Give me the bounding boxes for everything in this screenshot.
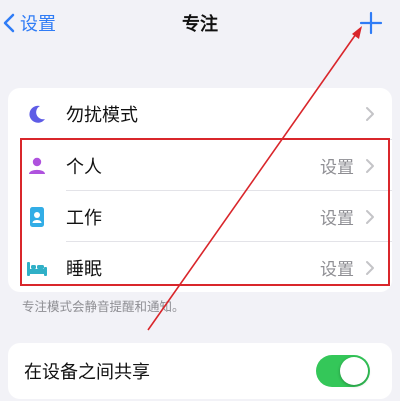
- plus-icon[interactable]: [358, 10, 384, 36]
- chevron-right-icon: [366, 106, 374, 121]
- share-across-devices-row: 在设备之间共享: [8, 345, 392, 396]
- navigation-bar: 设置 专注: [0, 0, 400, 48]
- share-label: 在设备之间共享: [24, 361, 150, 383]
- moon-icon: [29, 105, 45, 123]
- focus-mode-row-do-not-disturb[interactable]: 勿扰模式: [8, 88, 392, 139]
- focus-mode-label: 勿扰模式: [66, 104, 138, 126]
- toggle-knob: [340, 357, 368, 385]
- share-toggle[interactable]: [316, 355, 370, 387]
- share-across-devices-group: 在设备之间共享: [8, 343, 392, 399]
- footnote-text: 专注模式会静音提醒和通知。: [22, 299, 185, 314]
- annotation-highlight-box: [20, 138, 390, 286]
- page-title: 专注: [182, 14, 218, 35]
